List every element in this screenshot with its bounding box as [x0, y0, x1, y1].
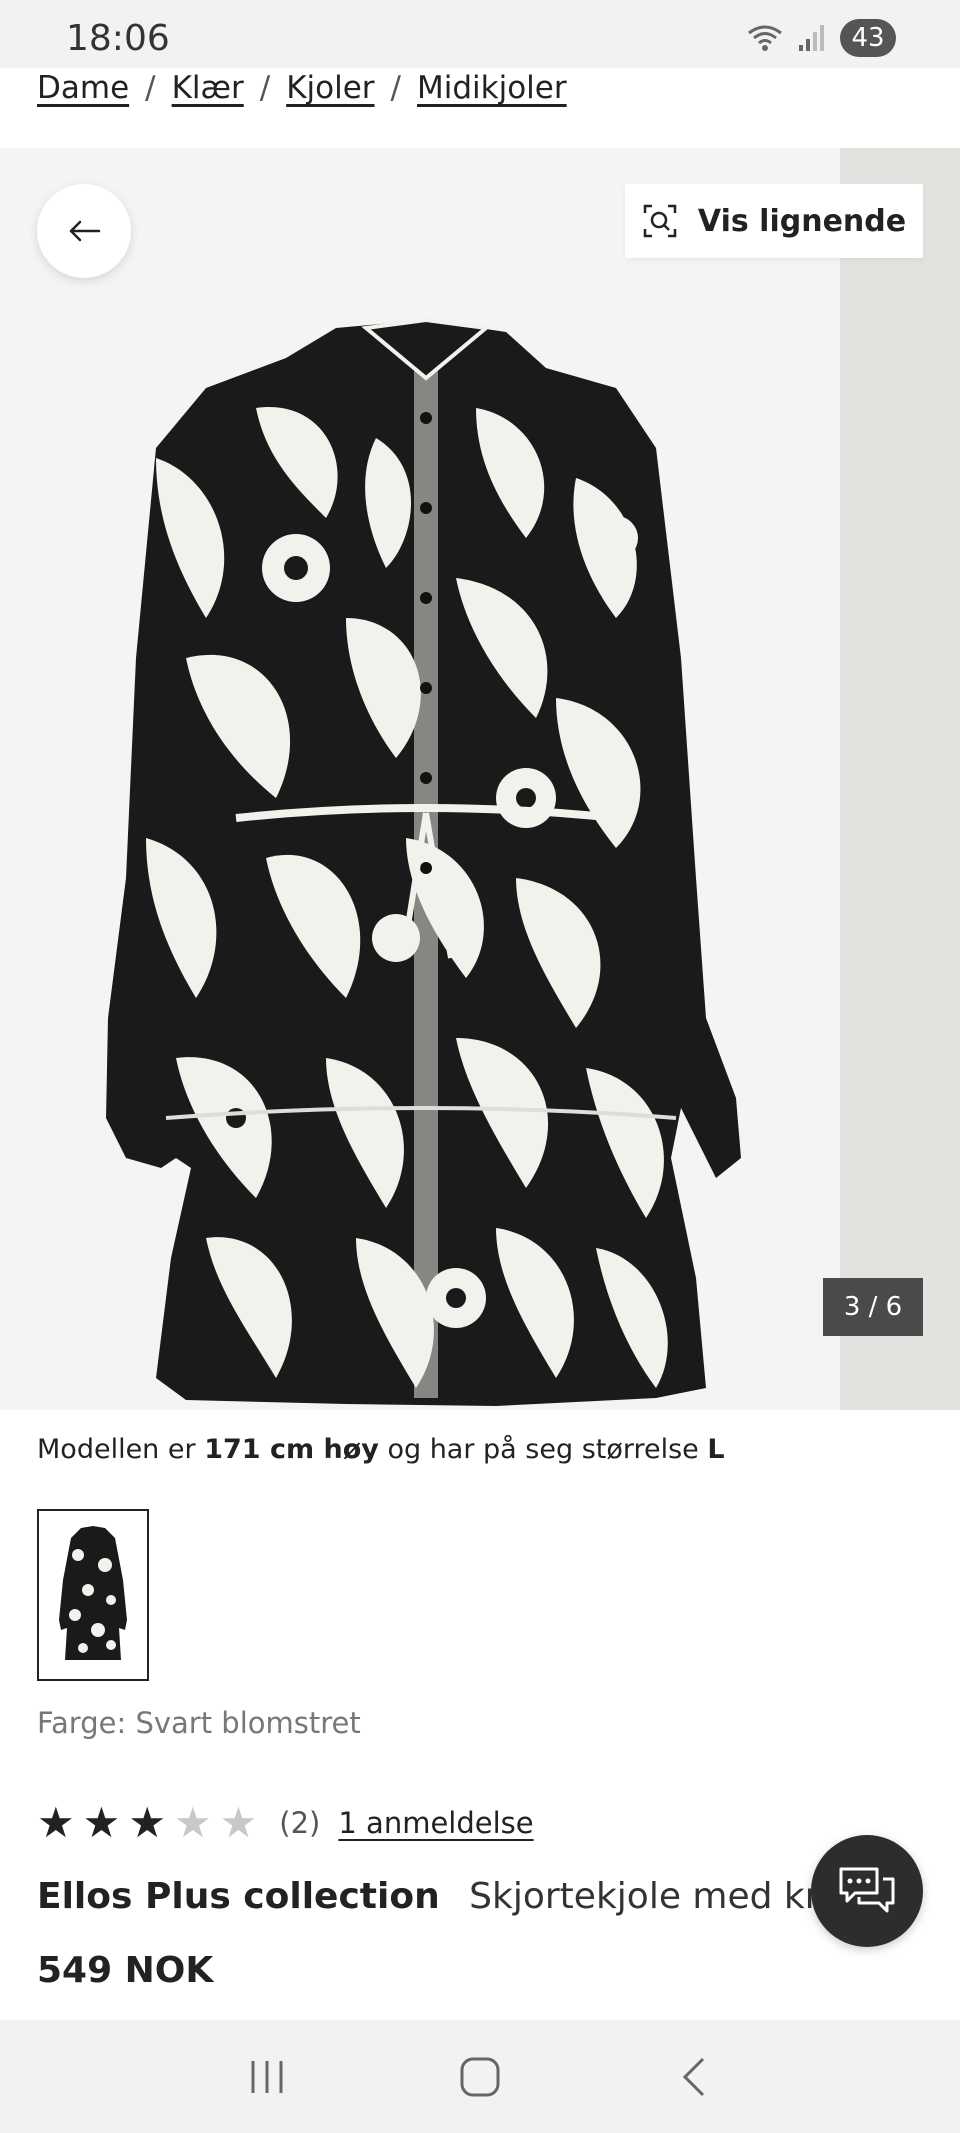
breadcrumb-separator: /: [145, 70, 156, 106]
recent-apps-button[interactable]: [227, 2037, 307, 2117]
visual-search-icon: [643, 204, 677, 238]
star-empty-icon: ★: [173, 1799, 212, 1846]
color-label: Farge: Svart blomstret: [37, 1706, 361, 1740]
chat-icon: [839, 1867, 895, 1913]
wifi-icon: [748, 25, 782, 51]
product-title: Ellos Plus collection Skjortekjole med k…: [37, 1876, 837, 1917]
signal-icon: [799, 25, 824, 51]
breadcrumb: Dame / Klær / Kjoler / Midikjoler: [37, 66, 567, 110]
breadcrumb-link-kjoler[interactable]: Kjoler: [286, 70, 374, 106]
recent-apps-icon: [251, 2060, 283, 2093]
model-info-prefix: Modellen er: [37, 1434, 196, 1465]
chat-button[interactable]: [811, 1835, 923, 1947]
model-height: 171 cm høy: [204, 1434, 379, 1465]
breadcrumb-separator: /: [259, 70, 271, 106]
system-back-button[interactable]: [653, 2037, 733, 2117]
home-icon: [460, 2057, 500, 2096]
breadcrumb-separator: /: [390, 70, 401, 106]
color-swatch-thumbnail[interactable]: [37, 1509, 149, 1681]
home-button[interactable]: [440, 2037, 520, 2117]
battery-indicator: 43: [840, 19, 896, 57]
product-price: 549 NOK: [37, 1950, 214, 1991]
star-filled-icon: ★: [37, 1799, 75, 1846]
product-brand[interactable]: Ellos Plus collection: [37, 1876, 440, 1917]
product-image-gallery[interactable]: Vis lignende 3 / 6: [0, 148, 960, 1410]
product-image: [106, 317, 741, 1406]
star-filled-icon: ★: [82, 1799, 121, 1846]
breadcrumb-link-dame[interactable]: Dame: [37, 70, 129, 106]
system-nav-bar: [0, 2020, 960, 2133]
breadcrumb-link-midikjoler[interactable]: Midikjoler: [417, 70, 567, 106]
show-similar-button[interactable]: Vis lignende: [625, 184, 923, 258]
status-time: 18:06: [66, 18, 170, 59]
show-similar-label: Vis lignende: [697, 203, 907, 239]
rating-count: (2): [279, 1806, 321, 1840]
model-info-middle: og har på seg størrelse: [387, 1434, 699, 1465]
thumbnail-image: [59, 1526, 127, 1660]
rating-row: ★ ★ ★ ★ ★ (2) 1 anmeldelse: [37, 1800, 534, 1846]
star-filled-icon: ★: [128, 1799, 166, 1846]
back-button[interactable]: [37, 184, 131, 278]
model-info: Modellen er 171 cm høy og har på seg stø…: [37, 1434, 725, 1465]
product-name: Skjortekjole med knytbelte: [469, 1876, 837, 1917]
next-image-peek[interactable]: [840, 148, 960, 1410]
model-size: L: [707, 1434, 725, 1465]
chevron-left-icon: [683, 2057, 705, 2096]
status-bar: 18:06 43: [0, 0, 960, 68]
star-empty-icon: ★: [219, 1799, 258, 1846]
arrow-left-icon: [69, 220, 101, 242]
image-counter: 3 / 6: [823, 1278, 923, 1336]
status-icons: 43: [746, 18, 896, 58]
breadcrumb-link-klaer[interactable]: Klær: [172, 70, 244, 106]
reviews-link[interactable]: 1 anmeldelse: [338, 1806, 533, 1840]
